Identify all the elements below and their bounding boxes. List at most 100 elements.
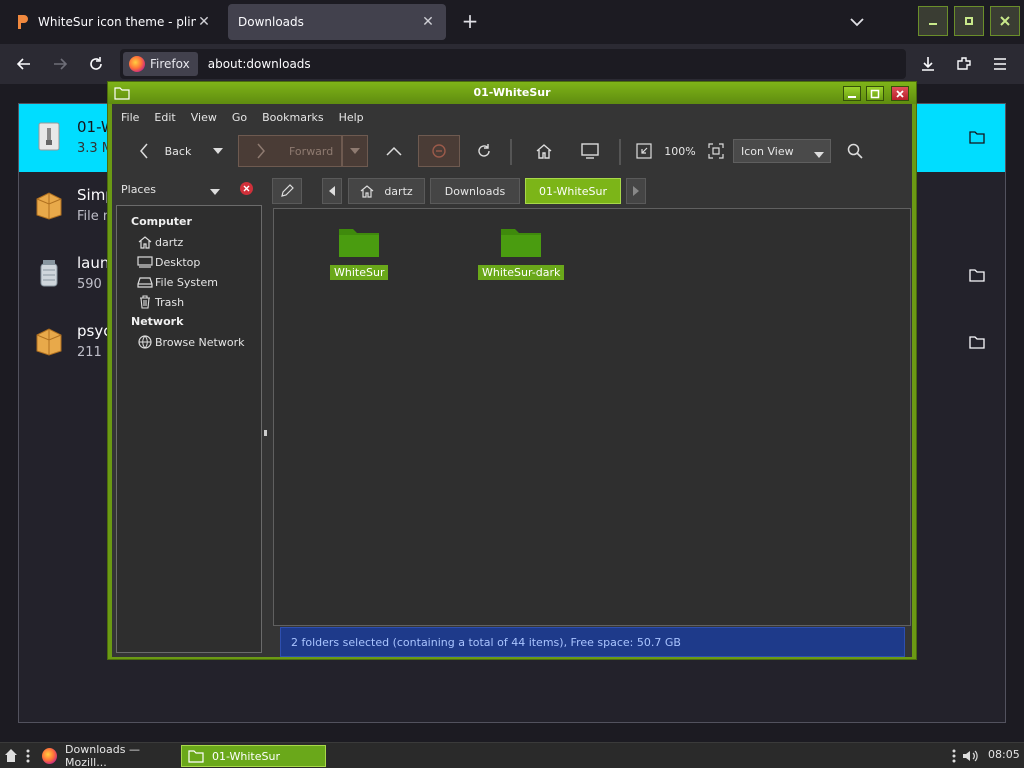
download-status: File n xyxy=(77,209,112,224)
maximize-window-button[interactable] xyxy=(954,6,984,36)
desktop-icon xyxy=(137,254,153,270)
package-icon xyxy=(35,190,63,220)
folder-item[interactable]: WhiteSur xyxy=(330,225,389,280)
sidebar-item-dartz[interactable]: dartz xyxy=(117,232,261,252)
menu-go[interactable]: Go xyxy=(232,111,247,124)
file-manager-body: File Edit View Go Bookmarks Help Back Fo… xyxy=(112,104,912,657)
main-toolbar: Back Forward 100% Icon View xyxy=(112,131,912,173)
back-button[interactable]: Back xyxy=(158,135,198,167)
identity-box[interactable]: Firefox xyxy=(123,52,198,76)
sidebar-item-desktop[interactable]: Desktop xyxy=(117,252,261,272)
close-button[interactable] xyxy=(891,86,909,101)
pane-resize-handle[interactable] xyxy=(264,430,267,436)
minimize-window-button[interactable] xyxy=(918,6,948,36)
app-menu-icon[interactable] xyxy=(4,745,22,767)
globe-icon xyxy=(137,334,153,350)
forward-button[interactable]: Forward xyxy=(238,135,342,167)
close-sidebar-icon[interactable] xyxy=(240,182,253,195)
list-all-tabs-icon[interactable] xyxy=(846,12,868,32)
tab-pling[interactable]: WhiteSur icon theme - pling.com ✕ xyxy=(4,4,222,40)
open-folder-icon[interactable] xyxy=(969,335,985,349)
back-history-dropdown[interactable] xyxy=(210,135,226,167)
path-button-dartz[interactable]: dartz xyxy=(348,178,425,204)
sidebar-item-browse-network[interactable]: Browse Network xyxy=(117,332,261,352)
view-mode-select[interactable]: Icon View xyxy=(733,139,831,163)
clock[interactable]: 08:05 xyxy=(988,748,1020,761)
toolbar-separator xyxy=(619,139,621,165)
url-bar[interactable]: Firefox about:downloads xyxy=(120,49,906,79)
downloads-icon[interactable] xyxy=(914,50,942,78)
icon-view[interactable]: WhiteSur WhiteSur-dark xyxy=(273,208,911,626)
window-titlebar[interactable]: 01-WhiteSur xyxy=(108,82,916,104)
folder-icon xyxy=(188,749,204,763)
task-file-manager[interactable]: 01-WhiteSur xyxy=(181,745,326,767)
back-arrow-icon[interactable] xyxy=(10,50,38,78)
menu-bookmarks[interactable]: Bookmarks xyxy=(262,111,323,124)
sidebar-item-trash[interactable]: Trash xyxy=(117,292,261,312)
task-label: Downloads — Mozill... xyxy=(65,743,140,768)
path-button-current[interactable]: 01-WhiteSur xyxy=(525,178,621,204)
tray-options-icon[interactable] xyxy=(952,745,962,767)
package-icon xyxy=(35,326,63,356)
up-chevron-icon[interactable] xyxy=(380,135,408,167)
new-tab-button[interactable]: + xyxy=(458,10,482,34)
path-scroll-left-icon[interactable] xyxy=(322,178,342,204)
zoom-out-icon[interactable] xyxy=(632,135,656,167)
more-options-icon[interactable] xyxy=(26,745,36,767)
path-scroll-right-icon[interactable] xyxy=(626,178,646,204)
reload-icon[interactable] xyxy=(82,50,110,78)
sidebar-item-file-system[interactable]: File System xyxy=(117,272,261,292)
zoom-in-icon[interactable] xyxy=(704,135,728,167)
menu-file[interactable]: File xyxy=(121,111,139,124)
forward-arrow-icon[interactable] xyxy=(46,50,74,78)
home-icon[interactable] xyxy=(530,135,558,167)
identity-label: Firefox xyxy=(150,57,190,71)
home-icon xyxy=(360,185,374,198)
tab-downloads[interactable]: Downloads ✕ xyxy=(228,4,446,40)
download-name: laun xyxy=(77,254,110,272)
search-icon[interactable] xyxy=(842,135,868,167)
menu-view[interactable]: View xyxy=(191,111,217,124)
close-tab-icon[interactable]: ✕ xyxy=(420,14,436,30)
back-chevron-icon[interactable] xyxy=(132,135,156,167)
pling-favicon-icon xyxy=(14,14,30,30)
file-manager-window: 01-WhiteSur File Edit View Go Bookmarks … xyxy=(107,81,917,660)
places-sidebar: Computer dartz Desktop File System Trash… xyxy=(116,205,262,653)
toolbar-separator xyxy=(510,139,512,165)
task-label: 01-WhiteSur xyxy=(212,749,280,763)
menu-help[interactable]: Help xyxy=(339,111,364,124)
path-label: dartz xyxy=(384,184,413,198)
trash-icon xyxy=(137,294,153,310)
path-bar: dartz Downloads 01-WhiteSur xyxy=(272,178,912,204)
sidebar-item-label: dartz xyxy=(155,235,184,249)
url-text[interactable]: about:downloads xyxy=(208,57,311,71)
places-label: Places xyxy=(121,182,156,196)
task-firefox[interactable]: Downloads — Mozill... xyxy=(38,743,178,768)
stop-icon[interactable] xyxy=(418,135,460,167)
close-window-button[interactable] xyxy=(990,6,1020,36)
maximize-button[interactable] xyxy=(866,86,884,101)
path-button-downloads[interactable]: Downloads xyxy=(430,178,520,204)
edit-location-icon[interactable] xyxy=(272,178,302,204)
computer-icon[interactable] xyxy=(576,135,604,167)
forward-history-dropdown[interactable] xyxy=(342,135,368,167)
volume-icon[interactable] xyxy=(962,745,982,767)
reload-icon[interactable] xyxy=(470,135,498,167)
open-folder-icon[interactable] xyxy=(969,130,985,144)
close-tab-icon[interactable]: ✕ xyxy=(196,14,212,30)
status-bar: 2 folders selected (containing a total o… xyxy=(280,627,905,657)
folder-item[interactable]: WhiteSur-dark xyxy=(478,225,565,280)
menu-bar: File Edit View Go Bookmarks Help xyxy=(112,104,912,130)
minimize-button[interactable] xyxy=(843,86,861,101)
hamburger-menu-icon[interactable] xyxy=(986,50,1014,78)
tab-bar: WhiteSur icon theme - pling.com ✕ Downlo… xyxy=(0,0,1024,44)
download-status: 590 I xyxy=(77,277,110,292)
menu-edit[interactable]: Edit xyxy=(154,111,175,124)
places-selector[interactable]: Places xyxy=(118,178,258,200)
folder-icon xyxy=(114,86,130,100)
extensions-icon[interactable] xyxy=(950,50,978,78)
open-folder-icon[interactable] xyxy=(969,268,985,282)
zoom-level[interactable]: 100% xyxy=(662,135,698,167)
chevron-down-icon xyxy=(210,185,220,198)
tab-title: Downloads xyxy=(238,15,304,29)
